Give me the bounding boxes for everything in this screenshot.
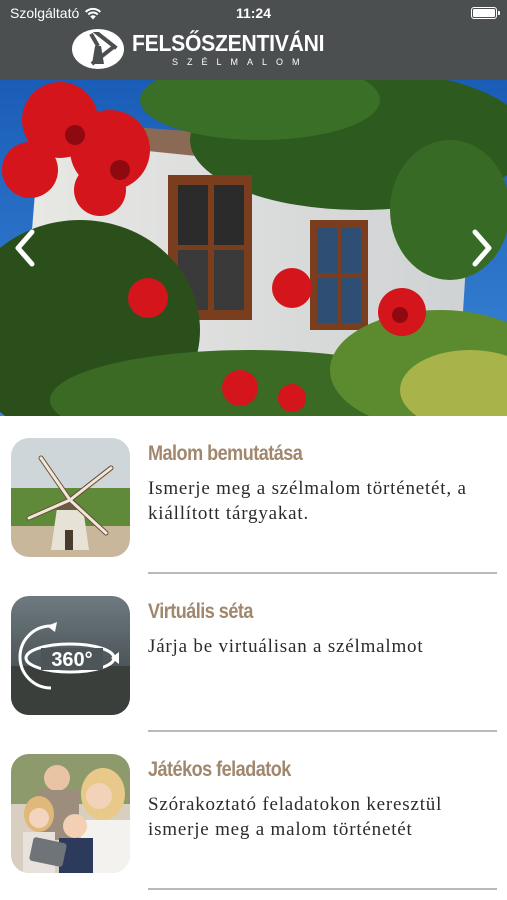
clock: 11:24 bbox=[235, 5, 272, 21]
chevron-right-icon bbox=[472, 229, 492, 267]
windmill-thumbnail-icon bbox=[11, 438, 130, 557]
menu-item-virtualis-seta[interactable]: 360° Virtuális séta Járja be virtuálisan… bbox=[0, 574, 507, 732]
divider bbox=[148, 888, 497, 890]
slider-prev-button[interactable] bbox=[6, 220, 46, 276]
360-badge: 360° bbox=[51, 649, 92, 671]
menu-item-title: Játékos feladatok bbox=[148, 758, 291, 781]
menu-item-title: Virtuális séta bbox=[148, 600, 253, 623]
menu-item-description: Szórakoztató feladatokon keresztül ismer… bbox=[148, 794, 443, 840]
windmill-logo-icon bbox=[72, 29, 124, 69]
menu-item-title: Malom bemutatása bbox=[148, 442, 303, 465]
menu-item-description: Járja be virtuálisan a szélmalmot bbox=[148, 636, 424, 657]
menu-item-description: Ismerje meg a szélmalom történetét, a ki… bbox=[148, 478, 467, 524]
slider-next-button[interactable] bbox=[461, 220, 501, 276]
logo-title: FELSŐSZENTIVÁNI bbox=[132, 29, 325, 56]
hero-photo-windmill-house bbox=[0, 80, 507, 416]
chevron-left-icon bbox=[15, 229, 35, 267]
status-bar: Szolgáltató 11:24 bbox=[0, 0, 507, 26]
menu-item-jatekos-feladatok[interactable]: Játékos feladatok Szórakoztató feladatok… bbox=[0, 732, 507, 890]
360-tour-thumbnail-icon: 360° bbox=[11, 596, 130, 715]
logo-subtitle: SZÉLMALOM bbox=[172, 56, 309, 67]
family-thumbnail-icon bbox=[11, 754, 130, 873]
app-logo: FELSŐSZENTIVÁNI SZÉLMALOM bbox=[72, 27, 341, 71]
battery-icon bbox=[471, 7, 500, 19]
hero-slider[interactable] bbox=[0, 80, 507, 416]
app-header: Szolgáltató 11:24 FELSŐSZENTIVÁNI SZÉLMA… bbox=[0, 0, 507, 80]
menu-item-malom-bemutatasa[interactable]: Malom bemutatása Ismerje meg a szélmalom… bbox=[0, 416, 507, 574]
